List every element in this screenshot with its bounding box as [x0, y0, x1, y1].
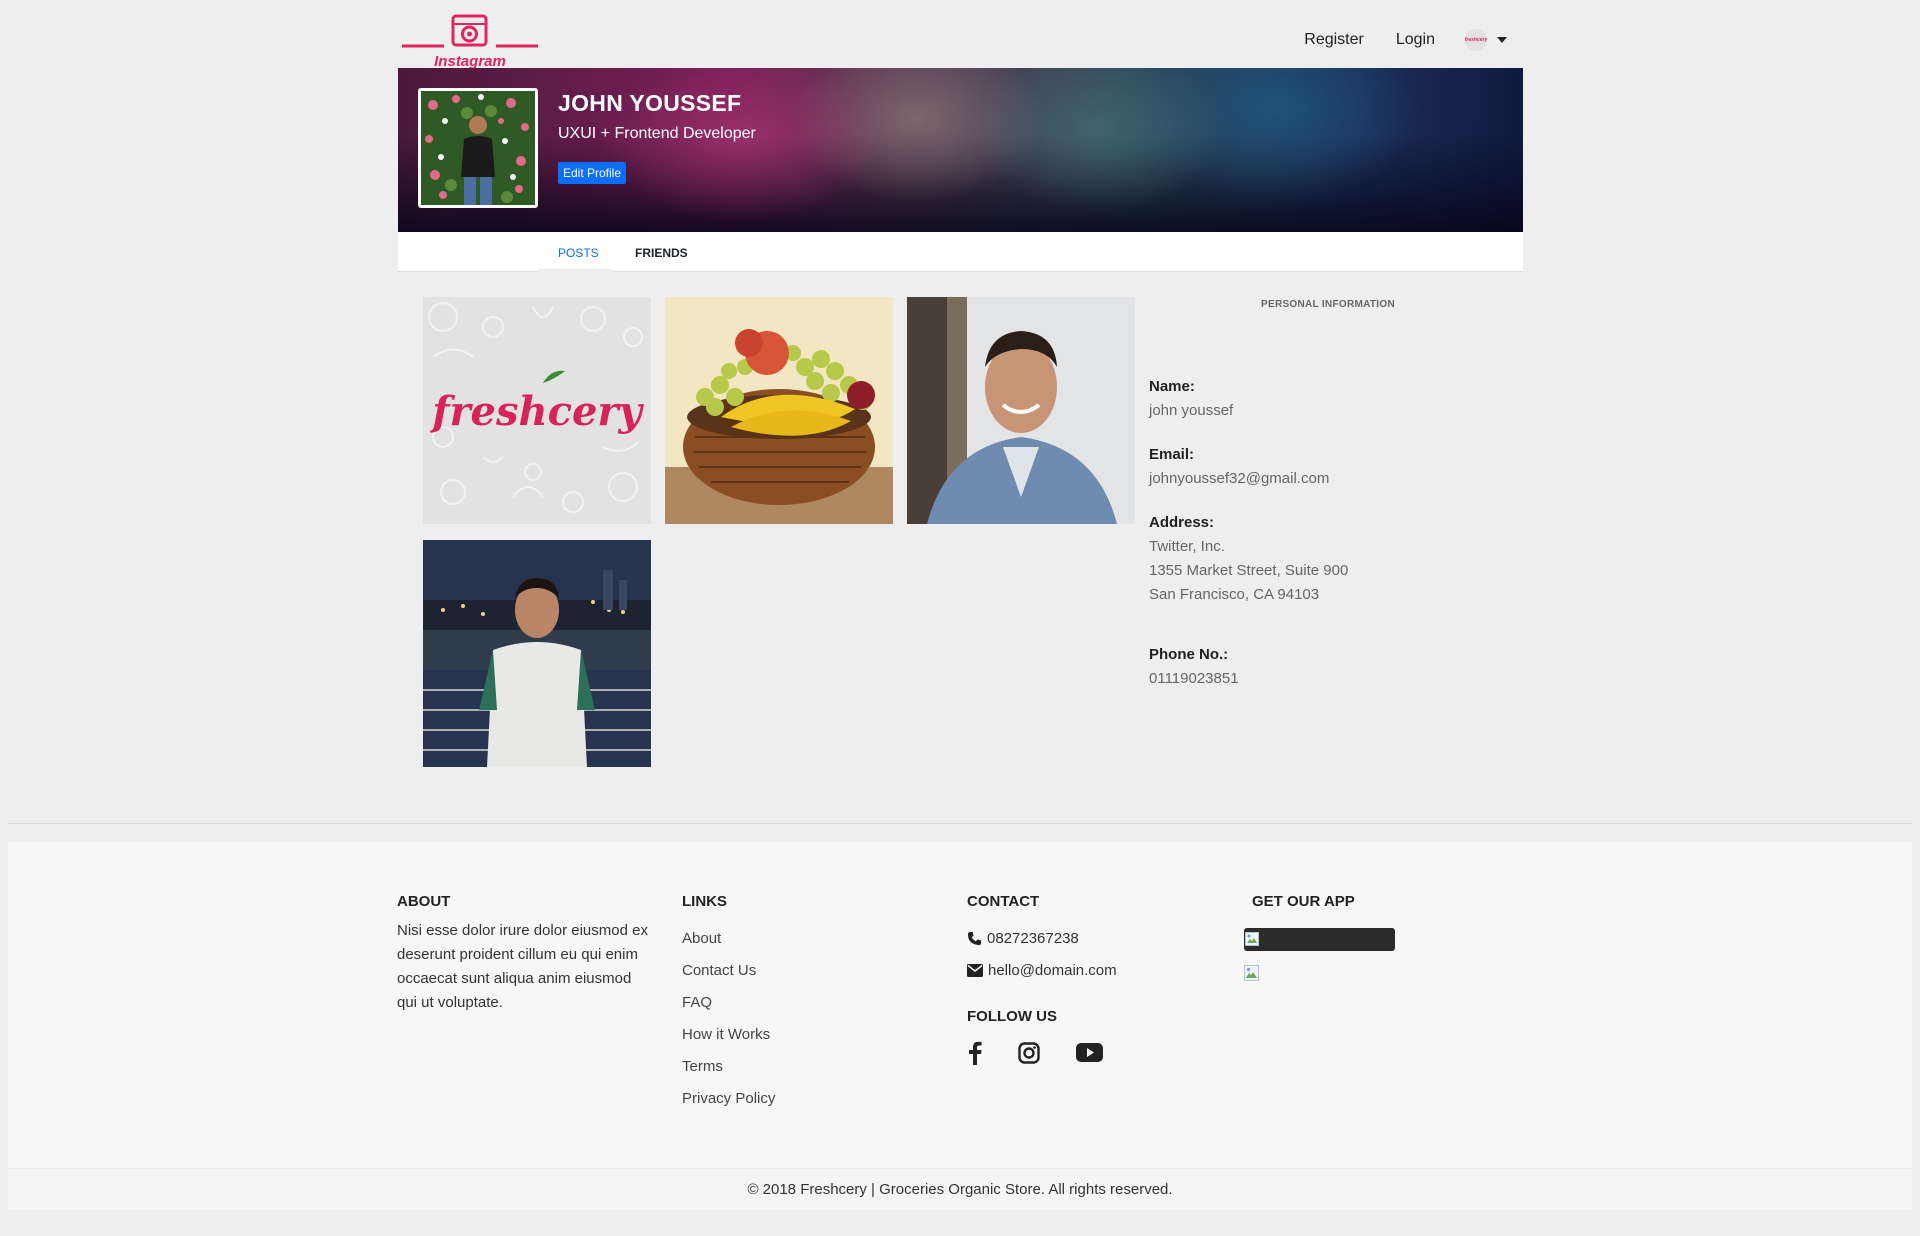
footer-link-how-it-works[interactable]: How it Works — [682, 1026, 770, 1043]
edit-profile-button[interactable]: Edit Profile — [558, 162, 627, 184]
post-image-portrait-night[interactable] — [423, 540, 651, 767]
login-link[interactable]: Login — [1396, 31, 1435, 49]
footer-about-line-2: deserunt proident cillum eu qui enim — [397, 946, 638, 963]
address-line-2: 1355 Market Street, Suite 900 — [1149, 562, 1349, 579]
personal-info-title: PERSONAL INFORMATION — [1261, 299, 1395, 310]
footer-follow-heading: FOLLOW US — [967, 1008, 1057, 1025]
post-image-freshcery[interactable]: freshcery — [423, 297, 651, 524]
address-label: Address: — [1149, 514, 1215, 531]
footer-link-privacy[interactable]: Privacy Policy — [682, 1090, 775, 1107]
footer-link-about[interactable]: About — [682, 930, 721, 947]
post-image-portrait-suit[interactable] — [907, 297, 1135, 524]
footer-contact-heading: CONTACT — [967, 893, 1040, 910]
email-label: Email: — [1149, 446, 1195, 463]
youtube-icon[interactable] — [1076, 1043, 1103, 1067]
footer-email-text: hello@domain.com — [988, 962, 1117, 979]
facebook-icon[interactable] — [968, 1041, 982, 1070]
footer-links-heading: LINKS — [682, 893, 727, 910]
name-value: john youssef — [1149, 402, 1234, 419]
post-freshcery-text: freshcery — [429, 388, 644, 435]
copyright-bar: © 2018 Freshcery | Groceries Organic Sto… — [8, 1168, 1912, 1210]
user-menu-dropdown[interactable]: freshcery — [1465, 29, 1507, 51]
profile-tabs: POSTS FRIENDS — [398, 232, 1523, 272]
profile-picture[interactable] — [418, 88, 538, 208]
name-label: Name: — [1149, 378, 1195, 395]
footer-email[interactable]: hello@domain.com — [967, 962, 1117, 979]
copyright-text: © 2018 Freshcery | Groceries Organic Sto… — [747, 1181, 1173, 1198]
footer-phone[interactable]: 08272367238 — [967, 930, 1079, 947]
caret-down-icon — [1497, 37, 1507, 43]
footer-app-heading: GET OUR APP — [1252, 893, 1355, 910]
broken-image-icon — [1244, 965, 1259, 981]
post-image-fruit-basket[interactable] — [665, 297, 893, 524]
footer-about-line-3: occaecat sunt aliqua anim eiusmod — [397, 970, 632, 987]
phone-value: 01119023851 — [1149, 670, 1239, 687]
address-line-1: Twitter, Inc. — [1149, 538, 1225, 555]
footer-about-heading: ABOUT — [397, 893, 451, 910]
instagram-logo[interactable]: Instagram — [402, 12, 538, 70]
email-value: johnyoussef32@gmail.com — [1149, 470, 1330, 487]
envelope-icon — [967, 964, 983, 977]
active-tab-indicator — [538, 269, 613, 272]
nav-links: Register Login freshcery — [1272, 29, 1507, 51]
profile-cover: JOHN YOUSSEF UXUI + Frontend Developer E… — [398, 68, 1523, 232]
footer-link-terms[interactable]: Terms — [682, 1058, 723, 1075]
phone-icon — [967, 931, 982, 946]
tab-friends[interactable]: FRIENDS — [635, 246, 688, 260]
app-store-badge[interactable] — [1244, 928, 1395, 951]
footer-link-faq[interactable]: FAQ — [682, 994, 712, 1011]
footer-phone-text: 08272367238 — [987, 930, 1079, 947]
profile-role: UXUI + Frontend Developer — [558, 125, 756, 142]
footer-divider — [8, 823, 1912, 824]
footer-link-contact[interactable]: Contact Us — [682, 962, 756, 979]
register-link[interactable]: Register — [1304, 31, 1364, 49]
tab-posts[interactable]: POSTS — [558, 246, 599, 260]
avatar: freshcery — [1465, 29, 1487, 51]
navbar: Instagram Register Login freshcery — [398, 0, 1523, 70]
footer — [8, 842, 1912, 1210]
google-play-badge[interactable] — [1244, 965, 1259, 981]
footer-about-line-1: Nisi esse dolor irure dolor eiusmod ex — [397, 922, 648, 939]
profile-name: JOHN YOUSSEF — [558, 90, 742, 116]
broken-image-icon — [1245, 932, 1259, 946]
avatar-text: freshcery — [1464, 37, 1488, 43]
phone-label: Phone No.: — [1149, 646, 1229, 663]
footer-about-line-4: qui ut voluptate. — [397, 994, 503, 1011]
address-line-3: San Francisco, CA 94103 — [1149, 586, 1320, 603]
instagram-icon[interactable] — [1018, 1042, 1040, 1069]
